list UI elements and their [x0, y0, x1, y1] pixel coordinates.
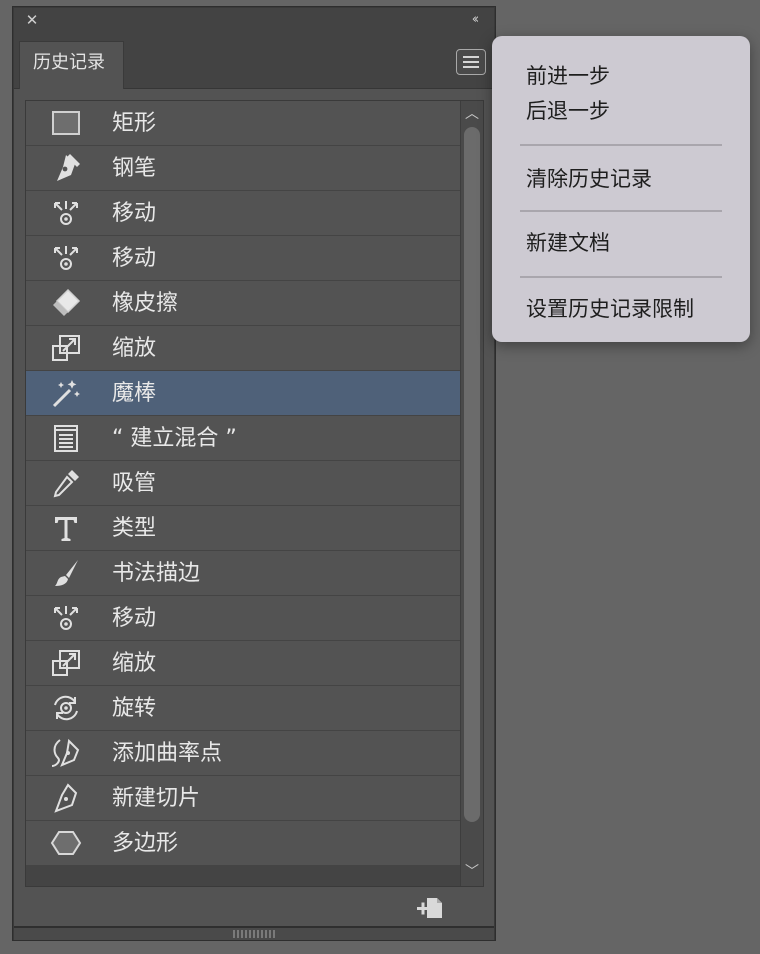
magic-wand-icon: [50, 377, 82, 409]
history-state-row[interactable]: 移动: [26, 236, 460, 281]
move-icon: [50, 602, 82, 634]
history-state-row[interactable]: 新建切片: [26, 776, 460, 821]
history-state-label: 移动: [112, 201, 157, 226]
history-state-label: 多边形: [112, 831, 179, 856]
menu-item-history-limit[interactable]: 设置历史记录限制: [526, 294, 694, 324]
history-panel: ✕ ‹‹ 历史记录 矩形 钢笔 移动 移动 橡皮擦 缩放 魔棒 “ 建立混合 ” 吸管 类型 书法描…: [13, 7, 495, 940]
curvature-icon: [50, 737, 82, 769]
scroll-up-arrow-icon[interactable]: ︿: [461, 103, 483, 125]
history-state-label: 缩放: [112, 651, 157, 676]
resize-grip-icon[interactable]: [233, 930, 275, 938]
history-state-label: 书法描边: [112, 561, 201, 586]
history-state-row[interactable]: 类型: [26, 506, 460, 551]
history-state-row[interactable]: 钢笔: [26, 146, 460, 191]
panel-resize-strip[interactable]: [14, 926, 494, 940]
history-state-label: 钢笔: [112, 156, 157, 181]
menu-divider: [520, 276, 722, 278]
panel-tab-bar: 历史记录: [14, 34, 494, 89]
move-icon: [50, 197, 82, 229]
history-state-label: 旋转: [112, 696, 157, 721]
history-state-label: 新建切片: [112, 786, 201, 811]
history-state-row[interactable]: 移动: [26, 191, 460, 236]
history-state-label: 橡皮擦: [112, 291, 179, 316]
panel-flyout-menu: 前进一步 后退一步 清除历史记录 新建文档 设置历史记录限制: [492, 36, 750, 342]
history-state-row[interactable]: 橡皮擦: [26, 281, 460, 326]
hamburger-icon: [463, 56, 479, 58]
history-scrollbar[interactable]: ︿ ﹀: [460, 101, 483, 886]
history-state-row[interactable]: 吸管: [26, 461, 460, 506]
panel-menu-button[interactable]: [456, 49, 486, 75]
history-state-label: 缩放: [112, 336, 157, 361]
tab-history[interactable]: 历史记录: [19, 41, 124, 89]
menu-item-step-backward[interactable]: 后退一步: [526, 96, 610, 126]
history-state-row[interactable]: 缩放: [26, 641, 460, 686]
history-state-row[interactable]: 缩放: [26, 326, 460, 371]
menu-item-clear-history[interactable]: 清除历史记录: [526, 164, 652, 194]
history-state-row[interactable]: 移动: [26, 596, 460, 641]
rotate-icon: [50, 692, 82, 724]
menu-divider: [520, 210, 722, 212]
history-state-row[interactable]: 旋转: [26, 686, 460, 731]
close-icon[interactable]: ✕: [23, 10, 41, 30]
polygon-icon: [50, 827, 82, 859]
collapse-panel-icon[interactable]: ‹‹: [464, 10, 484, 30]
scale-icon: [50, 647, 82, 679]
pen-tool-icon: [50, 152, 82, 184]
history-state-label: 吸管: [112, 471, 157, 496]
history-state-label: 移动: [112, 606, 157, 631]
history-state-label: “ 建立混合 ”: [112, 426, 237, 451]
scroll-down-arrow-icon[interactable]: ﹀: [461, 861, 483, 883]
type-tool-icon: [50, 512, 82, 544]
history-state-label: 魔棒: [112, 381, 157, 406]
slice-pen-icon: [50, 782, 82, 814]
eyedropper-icon: [50, 467, 82, 499]
history-state-label: 移动: [112, 246, 157, 271]
menu-item-step-forward[interactable]: 前进一步: [526, 61, 610, 91]
history-list: 矩形 钢笔 移动 移动 橡皮擦 缩放 魔棒 “ 建立混合 ” 吸管 类型 书法描边 移动 缩放 旋转 添加曲…: [26, 101, 460, 886]
history-state-label: 类型: [112, 516, 157, 541]
scroll-thumb[interactable]: [464, 127, 480, 822]
new-document-from-state-icon[interactable]: [415, 894, 445, 922]
scale-icon: [50, 332, 82, 364]
menu-item-new-document[interactable]: 新建文档: [526, 228, 610, 258]
eraser-icon: [50, 287, 82, 319]
rectangle-icon: [50, 107, 82, 139]
document-icon: [50, 422, 82, 454]
history-state-row[interactable]: 多边形: [26, 821, 460, 866]
brush-icon: [50, 557, 82, 589]
move-icon: [50, 242, 82, 274]
panel-titlebar: ✕ ‹‹: [14, 8, 494, 35]
history-state-row[interactable]: 魔棒: [26, 371, 460, 416]
history-state-row[interactable]: 书法描边: [26, 551, 460, 596]
history-list-frame: 矩形 钢笔 移动 移动 橡皮擦 缩放 魔棒 “ 建立混合 ” 吸管 类型 书法描边 移动 缩放 旋转 添加曲…: [25, 100, 484, 887]
history-state-row[interactable]: 添加曲率点: [26, 731, 460, 776]
history-state-label: 添加曲率点: [112, 741, 223, 766]
history-state-row[interactable]: 矩形: [26, 101, 460, 146]
history-state-row[interactable]: “ 建立混合 ”: [26, 416, 460, 461]
menu-divider: [520, 144, 722, 146]
history-state-label: 矩形: [112, 111, 157, 136]
